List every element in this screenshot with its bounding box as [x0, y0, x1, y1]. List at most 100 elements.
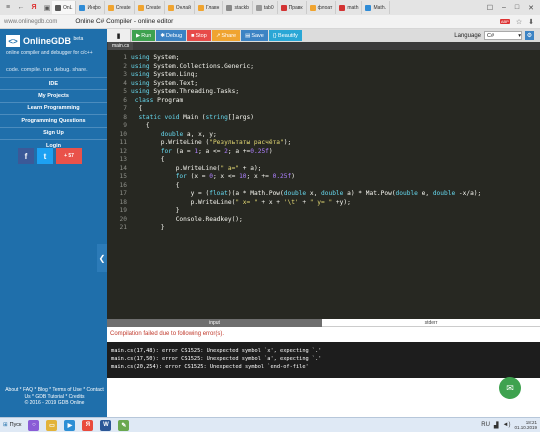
clock[interactable]: 18:21 01.10.2019	[514, 420, 537, 430]
windows-icon: ⊞	[3, 422, 8, 428]
taskbar: ⊞ Пуск ○ ▭ ▶ Я W ✎ RU ▟ ◄) 18:21 01.10.20…	[0, 417, 540, 432]
favicon-icon	[255, 4, 262, 11]
gear-icon[interactable]: ⚙	[525, 31, 534, 40]
facebook-icon[interactable]: f	[18, 148, 34, 164]
error-title: Compilation failed due to following erro…	[110, 331, 225, 337]
start-button[interactable]: ⊞ Пуск	[3, 422, 21, 428]
line-number: 19	[119, 207, 127, 214]
yandex-logo-icon[interactable]: Я	[29, 3, 39, 13]
twitter-icon[interactable]: t	[37, 148, 53, 164]
save-button[interactable]: ▤ Save	[241, 30, 268, 41]
browser-tab[interactable]: OnL	[52, 1, 77, 14]
stop-button[interactable]: ■ Stop	[187, 30, 211, 41]
sidebar-item-ide[interactable]: IDE	[0, 77, 107, 89]
browser-tab[interactable]: флоат	[307, 1, 337, 14]
browser-tab[interactable]: Create	[135, 1, 165, 14]
chat-icon[interactable]: ✉	[499, 377, 521, 399]
browser-tab[interactable]: Инфо	[76, 1, 105, 14]
line-number: 18	[119, 198, 127, 206]
tab-list-icon[interactable]: ▣	[42, 3, 52, 13]
browser-tab[interactable]: Онлай	[165, 1, 195, 14]
file-tabs: main.cs	[107, 42, 540, 50]
source-code[interactable]: using System; using System.Collections.Ge…	[131, 54, 481, 233]
volume-icon[interactable]: ◄)	[503, 422, 511, 428]
share-buttons: f t + 57	[18, 148, 82, 164]
favicon-icon	[309, 4, 316, 11]
line-number: 4	[123, 79, 127, 87]
browser-tab[interactable]: stackb	[223, 1, 253, 14]
tab-input[interactable]: input	[107, 319, 322, 327]
close-icon[interactable]: ✕	[528, 4, 534, 12]
browser-tab-label: stackb	[234, 4, 249, 11]
language-label: Language	[454, 32, 481, 39]
mediaplayer-icon[interactable]: ▶	[64, 419, 76, 431]
alice-icon[interactable]: ○	[28, 419, 40, 431]
line-number: 10	[119, 130, 127, 138]
footer-links: About * FAQ * Blog * Terms of Use * Cont…	[2, 387, 107, 407]
network-icon[interactable]: ▟	[494, 422, 499, 429]
menu-icon[interactable]: ≡	[3, 3, 13, 13]
share-icon: ↗	[215, 32, 221, 39]
paint-icon[interactable]: ✎	[118, 419, 130, 431]
code-editor[interactable]: 1 2 3 4 5 6 7 8 9 10 11 12 13 14 15 16 17 18 19 20 21 using …	[107, 54, 540, 348]
browser-tab[interactable]: math	[336, 1, 363, 14]
bookmark-icon[interactable]: ☐	[487, 4, 493, 12]
beautify-button[interactable]: {} Beautify	[268, 30, 302, 41]
sidebar-item-my-projects[interactable]: My Projects	[0, 89, 107, 101]
browser-tab-label: Math.	[373, 4, 386, 11]
keyboard-layout[interactable]: RU	[481, 422, 490, 428]
adblock-icon[interactable]: ABP	[499, 19, 510, 24]
share-button[interactable]: ↗ Share	[211, 30, 241, 41]
sidebar-item-programming-questions[interactable]: Programming Questions	[0, 114, 107, 126]
file-tab-main[interactable]: main.cs	[108, 42, 134, 50]
browser-tab[interactable]: Правк	[278, 1, 307, 14]
window-controls: ☐ – □ ✕	[487, 4, 540, 12]
line-number: 1	[123, 54, 127, 61]
word-icon[interactable]: W	[100, 419, 112, 431]
favicon-icon	[137, 4, 144, 11]
favicon-icon	[167, 4, 174, 11]
browser-tab-label: Правк	[288, 4, 303, 11]
play-icon: ▶	[136, 32, 141, 39]
logo[interactable]: <> OnlineGDB beta	[6, 35, 83, 47]
url-field[interactable]: www.onlinegdb.com	[4, 19, 57, 25]
logo-text: OnlineGDB	[23, 36, 72, 46]
back-icon[interactable]: ←	[16, 3, 26, 13]
footer-line[interactable]: About * FAQ * Blog * Terms of Use * Cont…	[2, 387, 107, 394]
yandex-browser-icon[interactable]: Я	[82, 419, 94, 431]
browser-tab-label: Create	[145, 4, 161, 11]
favicon-icon	[55, 4, 61, 11]
stop-icon: ■	[191, 32, 195, 39]
line-number: 17	[119, 190, 127, 197]
browser-tab-label: OnL	[63, 4, 73, 11]
maximize-icon[interactable]: □	[515, 4, 519, 12]
language-select[interactable]: C# ▾	[484, 31, 522, 40]
run-button[interactable]: ▶ Run	[132, 30, 156, 41]
download-icon[interactable]: ⬇	[528, 18, 534, 26]
browser-tab[interactable]: Create	[105, 1, 135, 14]
favicon-icon	[365, 4, 372, 11]
line-number: 11	[119, 139, 127, 146]
favicon-icon	[197, 4, 204, 11]
error-line: main.cs(17,50): error CS1525: Unexpected…	[111, 356, 322, 362]
error-line: main.cs(20,254): error CS1525: Unexpecte…	[111, 364, 309, 370]
minimize-icon[interactable]: –	[502, 4, 506, 12]
sidebar-item-learn-programming[interactable]: Learn Programming	[0, 101, 107, 114]
debug-button[interactable]: ✱ Debug	[156, 30, 187, 41]
line-number: 6	[123, 96, 127, 104]
browser-tab[interactable]: Главн	[195, 1, 224, 14]
file-icon[interactable]: ▮	[107, 29, 131, 42]
bookmark-star-icon[interactable]: ☆	[516, 18, 522, 26]
browser-tab[interactable]: Math.	[362, 1, 390, 14]
tab-stderr[interactable]: stderr	[322, 319, 540, 327]
page-title: Online C# Compiler - online editor	[75, 18, 174, 25]
line-number: 3	[123, 71, 127, 78]
collapse-sidebar-icon[interactable]: ❮	[97, 244, 107, 272]
browser-tab[interactable]: tab0	[253, 1, 278, 14]
sidebar-item-sign-up[interactable]: Sign Up	[0, 126, 107, 139]
line-number: 9	[123, 122, 127, 129]
explorer-icon[interactable]: ▭	[46, 419, 58, 431]
favicon-icon	[339, 4, 346, 11]
browser-tab-label: Create	[115, 4, 131, 11]
share-count-button[interactable]: + 57	[56, 148, 82, 164]
